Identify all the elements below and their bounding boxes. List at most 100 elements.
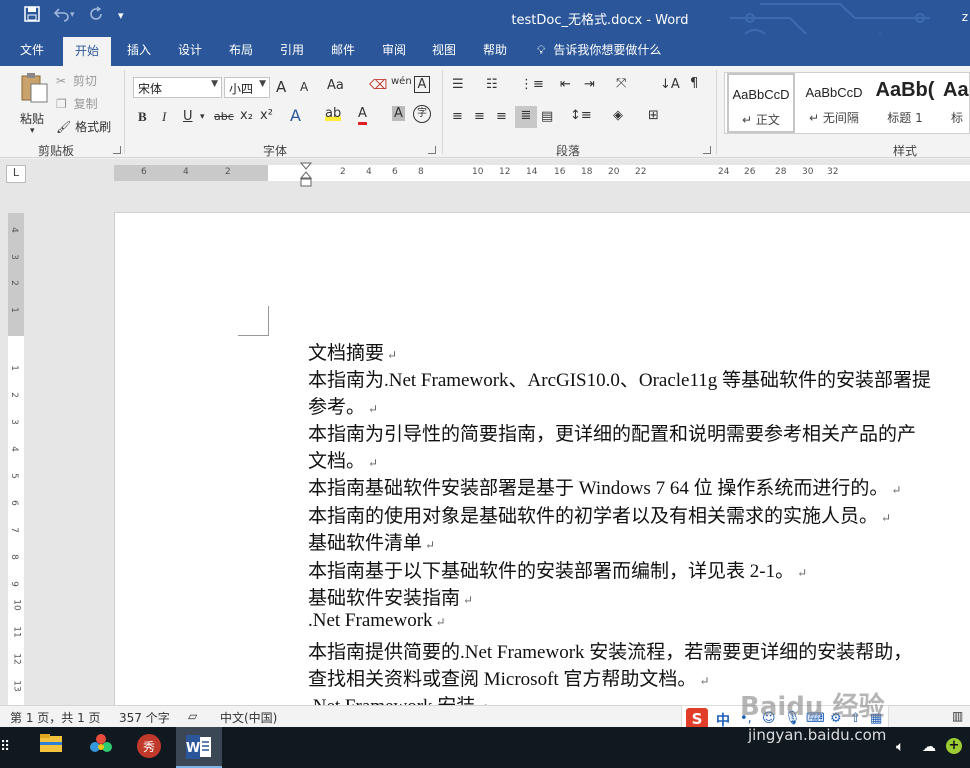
tell-me-box[interactable]: 💡︎ 告诉我你想要做什么 — [537, 41, 661, 58]
decrease-indent-icon[interactable]: ⇤ — [560, 77, 571, 92]
increase-indent-icon[interactable]: ⇥ — [584, 77, 595, 92]
tab-insert[interactable]: 插入 — [127, 41, 151, 58]
align-left-icon[interactable]: ≡ — [452, 109, 463, 124]
vertical-ruler[interactable]: 4 3 2 1 1 2 3 4 5 6 7 8 9 10 11 12 13 — [8, 213, 24, 705]
volume-icon[interactable]: 🔈︎ — [896, 739, 904, 755]
char-shading-icon[interactable]: A — [392, 106, 405, 121]
multilevel-list-icon[interactable]: ⋮≡ — [520, 77, 544, 92]
tab-view[interactable]: 视图 — [432, 41, 456, 58]
paragraph-line[interactable]: 基础软件清单 ↵ — [308, 528, 435, 555]
paragraph-launcher-icon[interactable] — [703, 146, 711, 154]
read-mode-icon[interactable]: ▥ — [952, 709, 963, 723]
strikethrough-icon[interactable]: abc — [214, 110, 234, 123]
grow-font-icon[interactable]: A — [276, 78, 286, 96]
paragraph-line[interactable]: .Net Framework ↵ — [308, 610, 446, 632]
page-count[interactable]: 第 1 页，共 1 页 — [10, 709, 101, 726]
sort-icon[interactable]: ↓A — [660, 77, 680, 92]
change-case-icon[interactable]: Aa — [327, 78, 344, 93]
word-count[interactable]: 357 个字 — [119, 709, 170, 726]
superscript-icon[interactable]: x² — [260, 108, 273, 123]
add-icon[interactable]: + — [946, 738, 962, 754]
word-taskbar-button[interactable]: W — [176, 727, 222, 768]
proofing-icon[interactable]: ▱ — [188, 709, 197, 723]
borders-icon[interactable]: ⊞ — [648, 108, 659, 123]
tab-mailings[interactable]: 邮件 — [331, 41, 355, 58]
file-explorer-icon[interactable] — [36, 733, 66, 763]
shrink-font-icon[interactable]: A — [300, 80, 308, 94]
tab-selector[interactable]: L — [6, 165, 26, 183]
italic-icon[interactable]: I — [162, 109, 166, 125]
document-body[interactable]: 文档摘要 ↵ 本指南为.Net Framework、ArcGIS10.0、Orac… — [308, 338, 970, 705]
indent-marker-icon[interactable] — [299, 162, 313, 190]
format-painter-button[interactable]: 🖌︎ 格式刷 — [56, 118, 111, 135]
paragraph-line[interactable]: 参考。 ↵ — [308, 392, 378, 419]
ruler-label: 13 — [11, 680, 22, 692]
style-no-spacing[interactable]: AaBbCcD ↵ 无间隔 — [799, 73, 869, 133]
tab-help[interactable]: 帮助 — [483, 41, 507, 58]
style-heading-2[interactable]: Aa 标 — [943, 73, 970, 133]
horizontal-ruler[interactable]: 6 4 2 2 4 6 8 10 12 14 16 18 20 22 24 26… — [114, 165, 970, 181]
tab-layout[interactable]: 布局 — [229, 41, 253, 58]
xiu-app-icon[interactable]: 秀 — [134, 733, 164, 763]
colorful-app-icon[interactable] — [86, 733, 116, 763]
paragraph-line[interactable]: 本指南基于以下基础软件的安装部署而编制，详见表 2-1。 ↵ — [308, 556, 807, 583]
tab-references[interactable]: 引用 — [280, 41, 304, 58]
line-spacing-icon[interactable]: ↕≡ — [570, 108, 592, 123]
style-normal[interactable]: AaBbCcD ↵ 正文 — [727, 73, 795, 133]
ruler-label: 10 — [11, 599, 22, 611]
font-color-icon[interactable]: A — [358, 106, 367, 125]
baidu-watermark: Baidu 经验 — [740, 692, 885, 722]
show-marks-icon[interactable]: ¶ — [690, 76, 698, 91]
font-size-combo[interactable]: 小四 ▼ — [224, 77, 270, 98]
distributed-icon[interactable]: ▤ — [541, 109, 553, 124]
phonetic-guide-icon[interactable]: wén — [391, 76, 412, 87]
chevron-down-icon[interactable]: ▾ — [200, 112, 205, 122]
user-initial[interactable]: z — [962, 10, 968, 24]
highlight-icon[interactable]: ab — [325, 106, 342, 121]
style-sample: AaBb( — [875, 79, 935, 101]
cut-button[interactable]: ✂︎ 剪切 — [56, 72, 97, 89]
paragraph-line[interactable]: 本指南基础软件安装部署是基于 Windows 7 64 位 操作系统而进行的。 ↵ — [308, 473, 901, 500]
align-center-icon[interactable]: ≡ — [474, 109, 485, 124]
font-launcher-icon[interactable] — [428, 146, 436, 154]
bold-icon[interactable]: B — [138, 109, 147, 125]
copy-button[interactable]: ❐ 复制 — [56, 95, 98, 112]
paragraph-line[interactable]: 查找相关资料或查阅 Microsoft 官方帮助文档。 ↵ — [308, 664, 710, 691]
chinese-layout-icon[interactable]: ⤧ — [616, 76, 626, 91]
style-name: 标题 1 — [887, 111, 923, 125]
ruler-label: 10 — [472, 167, 484, 177]
paragraph-line[interactable]: 本指南提供简要的.Net Framework 安装流程，若需要更详细的安装帮助， — [308, 637, 915, 664]
font-group-label: 字体 — [263, 144, 288, 158]
char-border-icon[interactable]: A — [414, 76, 430, 93]
subscript-icon[interactable]: x₂ — [240, 108, 253, 123]
justify-icon[interactable]: ≣ — [515, 106, 537, 128]
paragraph-line[interactable]: 本指南为.Net Framework、ArcGIS10.0、Oracle11g … — [308, 365, 934, 392]
clipboard-launcher-icon[interactable] — [113, 146, 121, 154]
paragraph-line[interactable]: 本指南为引导性的简要指南，更详细的配置和说明需要参考相关产品的产 — [308, 419, 919, 446]
shading-icon[interactable]: ◈ — [613, 108, 623, 123]
tab-review[interactable]: 审阅 — [382, 41, 406, 58]
underline-icon[interactable]: U — [183, 109, 193, 124]
paragraph-line[interactable]: 基础软件安装指南 ↵ — [308, 583, 473, 610]
paste-icon — [21, 73, 48, 103]
align-right-icon[interactable]: ≡ — [496, 109, 507, 124]
tab-home[interactable]: 开始 — [63, 37, 112, 66]
paragraph-line[interactable]: 文档摘要 ↵ — [308, 338, 397, 365]
style-heading-1[interactable]: AaBb( 标题 1 — [873, 73, 937, 133]
bullets-icon[interactable]: ☰ — [452, 77, 464, 92]
start-menu-icon[interactable]: ⠿ — [0, 739, 10, 755]
tab-design[interactable]: 设计 — [178, 41, 202, 58]
paragraph-line[interactable]: 本指南的使用对象是基础软件的初学者以及有相关需求的实施人员。 ↵ — [308, 501, 891, 528]
ruler-label: 24 — [718, 167, 730, 177]
enclose-char-icon[interactable]: 字 — [413, 105, 431, 123]
paste-button[interactable]: 粘贴 ▾ — [16, 72, 52, 136]
language-indicator[interactable]: 中文(中国) — [220, 709, 277, 726]
font-name-combo[interactable]: 宋体 ▼ — [133, 77, 222, 98]
paragraph-line[interactable]: 文档。 ↵ — [308, 446, 378, 473]
clear-format-icon[interactable]: ⌫ — [369, 78, 387, 93]
text-effects-icon[interactable]: A — [290, 106, 301, 125]
numbering-icon[interactable]: ☷ — [486, 77, 498, 92]
tab-file[interactable]: 文件 — [20, 41, 44, 58]
paragraph-line[interactable]: .Net Framework 安装↵ — [308, 691, 488, 705]
cloud-icon[interactable]: ☁︎ — [922, 739, 936, 755]
